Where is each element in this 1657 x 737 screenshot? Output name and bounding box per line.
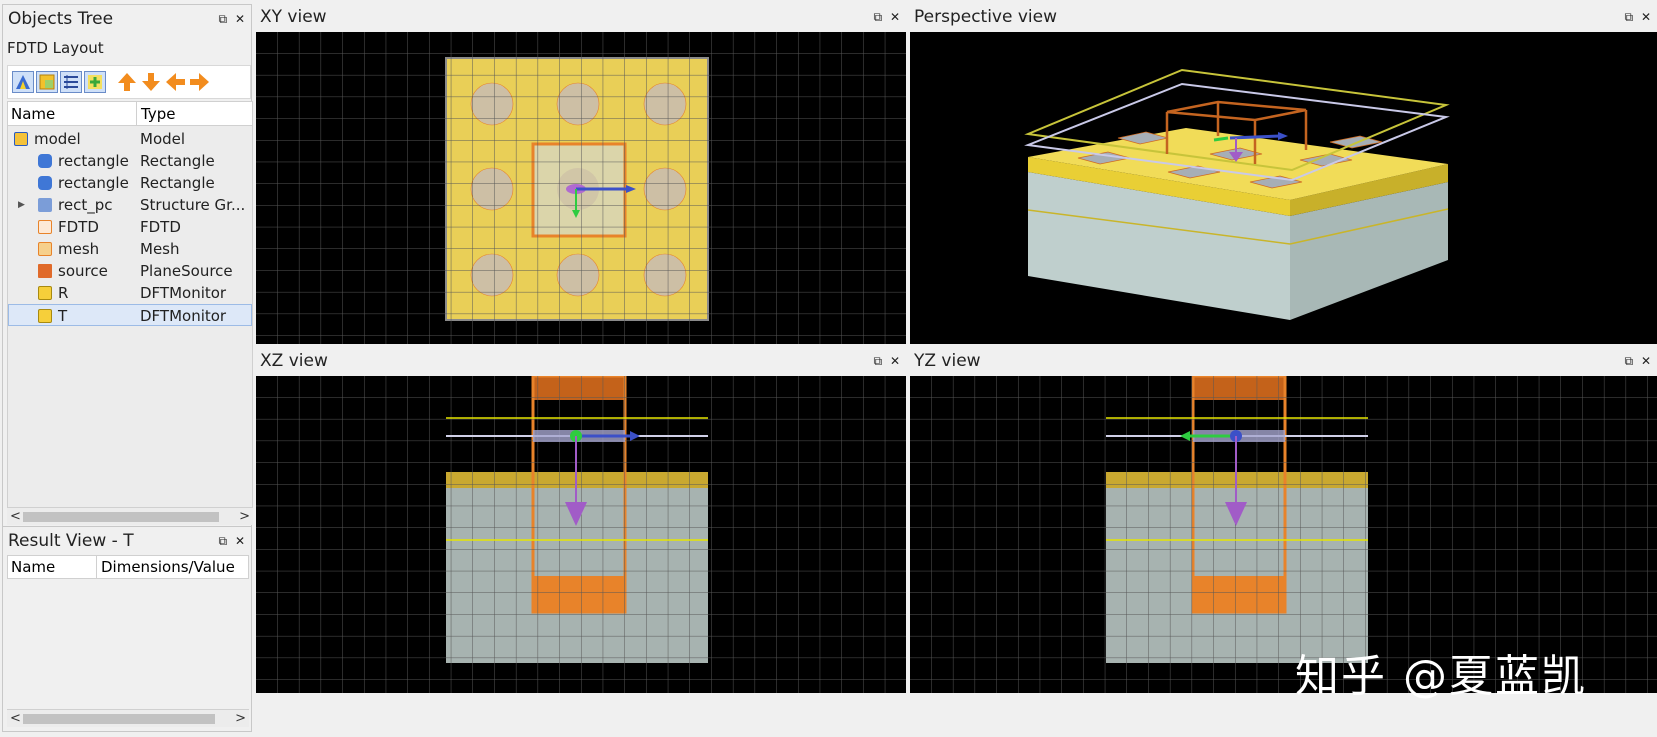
row-name: rectangle bbox=[58, 152, 129, 170]
scrollbar-thumb[interactable] bbox=[23, 714, 215, 724]
restore-icon[interactable]: ⧉ bbox=[219, 12, 230, 27]
row-name: mesh bbox=[58, 240, 100, 258]
move-right-icon[interactable] bbox=[188, 70, 210, 94]
perspective-window-buttons: ⧉ ✕ bbox=[1625, 10, 1653, 25]
move-up-icon[interactable] bbox=[116, 70, 138, 94]
tree-toolbar bbox=[7, 65, 251, 99]
row-type: PlaneSource bbox=[140, 262, 233, 280]
fdtd-icon bbox=[38, 220, 52, 234]
row-type: FDTD bbox=[140, 218, 181, 236]
objects-tree-list: Name Type model Model rectangle Rectangl… bbox=[7, 101, 253, 511]
restore-icon[interactable]: ⧉ bbox=[874, 354, 885, 369]
row-type: Structure Gr... bbox=[140, 196, 246, 214]
xz-view-title: XZ view bbox=[260, 351, 328, 371]
xz-grid bbox=[256, 376, 906, 693]
xy-window-buttons: ⧉ ✕ bbox=[874, 10, 902, 25]
close-icon[interactable]: ✕ bbox=[235, 12, 247, 26]
row-type: Mesh bbox=[140, 240, 180, 258]
objects-tree-window-buttons: ⧉ ✕ bbox=[219, 12, 247, 27]
tree-row-rect-pc[interactable]: ▶ rect_pc Structure Gr... bbox=[8, 194, 252, 216]
tree-header: Name Type bbox=[8, 102, 252, 126]
restore-icon[interactable]: ⧉ bbox=[219, 534, 230, 549]
row-name: rect_pc bbox=[58, 196, 113, 214]
yz-view-title: YZ view bbox=[914, 351, 981, 371]
tree-column-name[interactable]: Name bbox=[11, 102, 55, 126]
row-type: Rectangle bbox=[140, 174, 215, 192]
xz-view-panel: XZ view ⧉ ✕ bbox=[256, 348, 906, 693]
xy-canvas[interactable] bbox=[256, 32, 906, 344]
perspective-view-panel: Perspective view ⧉ ✕ bbox=[910, 4, 1657, 344]
close-icon[interactable]: ✕ bbox=[1641, 10, 1653, 24]
close-icon[interactable]: ✕ bbox=[890, 10, 902, 24]
move-left-icon[interactable] bbox=[164, 70, 186, 94]
row-name: source bbox=[58, 262, 108, 280]
row-type: DFTMonitor bbox=[140, 307, 227, 325]
structure-group-icon bbox=[38, 198, 52, 212]
restore-icon[interactable]: ⧉ bbox=[1625, 10, 1636, 25]
add-mesh-icon[interactable] bbox=[60, 71, 82, 93]
perspective-view-title: Perspective view bbox=[914, 7, 1058, 27]
scroll-right-icon[interactable]: > bbox=[239, 508, 250, 526]
result-view-window-buttons: ⧉ ✕ bbox=[219, 534, 247, 549]
scroll-right-icon[interactable]: > bbox=[235, 710, 246, 728]
mesh-icon bbox=[38, 242, 52, 256]
yz-window-buttons: ⧉ ✕ bbox=[1625, 354, 1653, 369]
monitor-icon bbox=[38, 309, 52, 323]
result-column-name[interactable]: Name bbox=[11, 556, 55, 578]
row-type: Model bbox=[140, 130, 186, 148]
tree-row-mesh[interactable]: mesh Mesh bbox=[8, 238, 252, 260]
objects-tree-title: Objects Tree bbox=[8, 9, 114, 29]
close-icon[interactable]: ✕ bbox=[890, 354, 902, 368]
result-view-title: Result View - T bbox=[8, 531, 134, 551]
xz-canvas[interactable] bbox=[256, 376, 906, 693]
source-icon bbox=[38, 264, 52, 278]
tree-column-type[interactable]: Type bbox=[136, 102, 175, 126]
restore-icon[interactable]: ⧉ bbox=[1625, 354, 1636, 369]
scroll-left-icon[interactable]: < bbox=[10, 710, 21, 728]
close-icon[interactable]: ✕ bbox=[1641, 354, 1653, 368]
result-view-header: Name Dimensions/Value bbox=[7, 555, 249, 579]
close-icon[interactable]: ✕ bbox=[235, 534, 247, 548]
watermark-text: 知乎 @夏蓝凯 bbox=[1295, 651, 1587, 702]
layout-label: FDTD Layout bbox=[7, 39, 104, 57]
tree-row-rectangle-2[interactable]: rectangle Rectangle bbox=[8, 172, 252, 194]
restore-icon[interactable]: ⧉ bbox=[874, 10, 885, 25]
result-horizontal-scrollbar[interactable]: < > bbox=[7, 709, 249, 727]
add-structure-icon[interactable] bbox=[12, 71, 34, 93]
rectangle-icon bbox=[38, 176, 52, 190]
xy-view-panel: XY view ⧉ ✕ bbox=[256, 4, 906, 344]
perspective-model bbox=[1024, 68, 1450, 320]
row-type: DFTMonitor bbox=[140, 284, 227, 302]
row-name: model bbox=[34, 130, 81, 148]
tree-row-fdtd[interactable]: FDTD FDTD bbox=[8, 216, 252, 238]
tree-row-rectangle-1[interactable]: rectangle Rectangle bbox=[8, 150, 252, 172]
xy-view-title: XY view bbox=[260, 7, 327, 27]
app-window: Objects Tree ⧉ ✕ FDTD Layout Name Type m… bbox=[0, 0, 1657, 737]
tree-horizontal-scrollbar[interactable]: < > bbox=[7, 507, 253, 525]
tree-row-model[interactable]: model Model bbox=[8, 128, 252, 150]
row-name: R bbox=[58, 284, 69, 302]
tree-row-source[interactable]: source PlaneSource bbox=[8, 260, 252, 282]
xz-window-buttons: ⧉ ✕ bbox=[874, 354, 902, 369]
monitor-icon bbox=[38, 286, 52, 300]
row-name: FDTD bbox=[58, 218, 99, 236]
row-type: Rectangle bbox=[140, 152, 215, 170]
model-icon bbox=[14, 132, 28, 146]
tree-row-r[interactable]: R DFTMonitor bbox=[8, 282, 252, 304]
scrollbar-thumb[interactable] bbox=[23, 512, 219, 522]
scroll-left-icon[interactable]: < bbox=[10, 508, 21, 526]
move-down-icon[interactable] bbox=[140, 70, 162, 94]
add-source-icon[interactable] bbox=[84, 71, 106, 93]
result-column-value[interactable]: Dimensions/Value bbox=[96, 556, 235, 578]
expand-arrow-icon[interactable]: ▶ bbox=[18, 194, 25, 216]
rectangle-icon bbox=[38, 154, 52, 168]
row-name: T bbox=[58, 307, 68, 325]
add-group-icon[interactable] bbox=[36, 71, 58, 93]
perspective-canvas[interactable] bbox=[910, 32, 1657, 344]
objects-tree-panel: Objects Tree ⧉ ✕ FDTD Layout Name Type m… bbox=[2, 4, 253, 544]
result-view-panel: Result View - T ⧉ ✕ Name Dimensions/Valu… bbox=[2, 526, 252, 732]
tree-row-t[interactable]: T DFTMonitor bbox=[8, 304, 252, 326]
row-name: rectangle bbox=[58, 174, 129, 192]
